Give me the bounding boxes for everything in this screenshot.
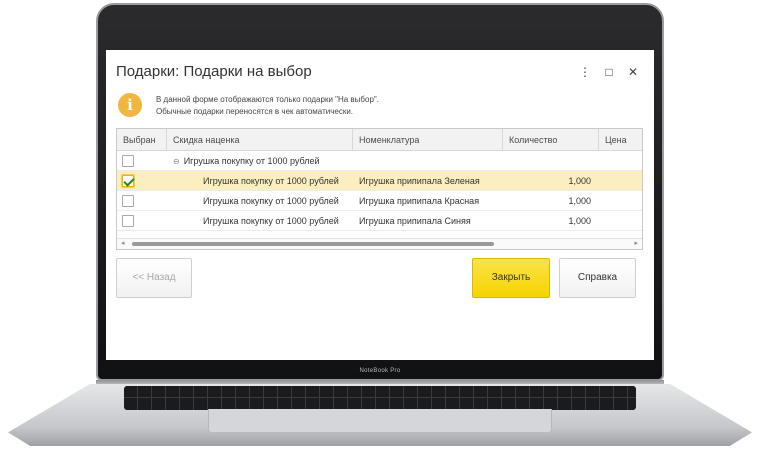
- row-checkbox[interactable]: [122, 195, 134, 207]
- group-label-text: Игрушка покупку от 1000 рублей: [183, 156, 320, 166]
- table-row[interactable]: Игрушка покупку от 1000 рублей Игрушка п…: [117, 211, 642, 231]
- column-header-quantity[interactable]: Количество: [503, 129, 599, 151]
- table-header: Выбран Скидка наценка Номенклатура Колич…: [117, 129, 642, 151]
- table-group-row[interactable]: ⊖ Игрушка покупку от 1000 рублей: [117, 151, 642, 171]
- group-label: ⊖ Игрушка покупку от 1000 рублей: [173, 151, 320, 171]
- info-line-2: Обычные подарки переносятся в чек автома…: [156, 107, 354, 116]
- laptop-trackpad: [208, 409, 552, 433]
- column-header-discount[interactable]: Скидка наценка: [167, 129, 353, 151]
- more-menu-icon[interactable]: ⋮: [578, 64, 592, 80]
- row-checkbox[interactable]: [122, 215, 134, 227]
- row-quantity: 1,000: [568, 196, 591, 206]
- scrollbar-thumb[interactable]: [132, 242, 494, 246]
- info-line-1: В данной форме отображаются только подар…: [156, 95, 379, 104]
- group-checkbox[interactable]: [122, 155, 134, 167]
- column-header-item[interactable]: Номенклатура: [353, 129, 503, 151]
- laptop-brand-label: NoteBook Pro: [359, 368, 401, 374]
- row-item: Игрушка припипала Красная: [359, 196, 480, 206]
- row-discount: Игрушка покупку от 1000 рублей: [203, 176, 339, 186]
- gifts-table: Выбран Скидка наценка Номенклатура Колич…: [116, 128, 643, 250]
- row-discount: Игрушка покупку от 1000 рублей: [203, 196, 339, 206]
- row-item: Игрушка припипала Зеленая: [359, 176, 480, 186]
- row-quantity: 1,000: [568, 176, 591, 186]
- scroll-right-icon[interactable]: ▸: [634, 239, 638, 249]
- laptop-keyboard: [124, 386, 636, 410]
- table-row[interactable]: Игрушка покупку от 1000 рублей Игрушка п…: [117, 191, 642, 211]
- close-button[interactable]: Закрыть: [472, 258, 550, 298]
- dialog-title: Подарки: Подарки на выбор: [116, 63, 312, 80]
- maximize-icon[interactable]: □: [602, 64, 616, 80]
- back-button[interactable]: << Назад: [116, 258, 192, 298]
- table-row[interactable]: Игрушка покупку от 1000 рублей Игрушка п…: [117, 171, 642, 191]
- row-checkbox[interactable]: [122, 175, 134, 187]
- horizontal-scrollbar[interactable]: ◂ ▸: [117, 238, 642, 249]
- help-button[interactable]: Справка: [559, 258, 636, 298]
- column-header-price[interactable]: Цена: [599, 129, 644, 151]
- row-discount: Игрушка покупку от 1000 рублей: [203, 216, 339, 226]
- close-icon[interactable]: ✕: [626, 64, 640, 80]
- info-icon: i: [118, 93, 142, 117]
- row-quantity: 1,000: [568, 216, 591, 226]
- collapse-toggle-icon[interactable]: ⊖: [173, 157, 180, 166]
- row-item: Игрушка припипала Синяя: [359, 216, 471, 226]
- scroll-left-icon[interactable]: ◂: [121, 239, 125, 249]
- info-message: В данной форме отображаются только подар…: [156, 94, 379, 118]
- laptop-screen: Подарки: Подарки на выбор ⋮ □ ✕ i В данн…: [106, 50, 654, 360]
- column-header-selected[interactable]: Выбран: [117, 129, 167, 151]
